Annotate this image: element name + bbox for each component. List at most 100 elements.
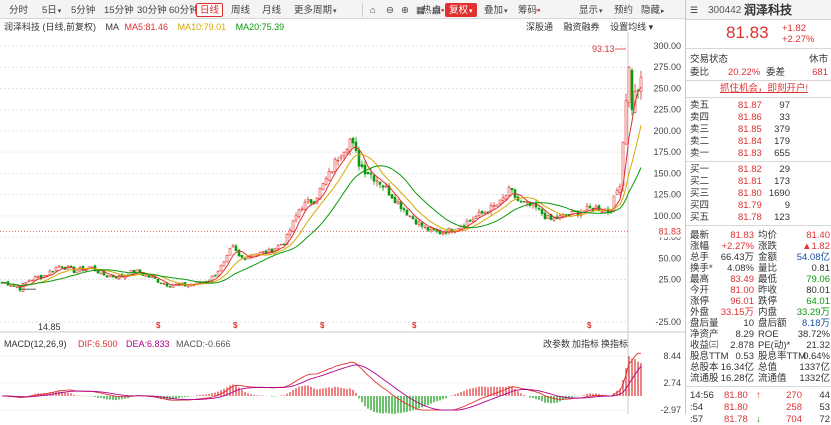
menu-icon[interactable]: ☰ (690, 5, 698, 16)
stat-value: ▲1.82 (802, 241, 830, 252)
ma-legend: 润泽科技 (日线,前复权) MA MA5:81.46 MA10:79.01 MA… (4, 20, 291, 32)
candle-body (24, 282, 28, 285)
candle-body (54, 267, 58, 271)
open-account-ad[interactable]: 抓住机会，即刻开户! (720, 82, 808, 95)
bid-volume: 123 (774, 212, 790, 223)
candle-body (546, 214, 550, 219)
period-tab-3[interactable]: 15分钟 (100, 3, 138, 17)
fuquan-button[interactable]: 复权▾ (445, 3, 477, 17)
stat-label: 均价 (758, 230, 778, 241)
tick-price: 81.80 (724, 390, 748, 401)
toolbar-tool-7[interactable]: 预约 (610, 3, 637, 17)
period-tab-label: 日线 (200, 5, 220, 16)
tick-volume: 258 (786, 402, 802, 413)
candle-body (282, 243, 286, 245)
candle-body (405, 209, 409, 216)
last-price: 81.83 (726, 23, 769, 42)
stat-label: 昨收 (758, 285, 778, 296)
kline-chart[interactable]: 300.00 275.00 250.00 225.00 200.00 175.00 150.… (0, 32, 685, 414)
chart-tool-icon-0[interactable]: ⌂ (366, 3, 380, 17)
candle-body (507, 187, 511, 196)
stat-value: 81.83 (730, 230, 754, 241)
stat-value: 33.15万 (720, 307, 754, 318)
y-tick-label: 25.00 (658, 275, 681, 285)
period-tab-6[interactable]: 日线 (196, 3, 224, 17)
candle-body (417, 221, 421, 225)
stat-row: 净资产 8.29 ROE 38.72% (686, 329, 831, 340)
stat-label: 金额 (758, 252, 778, 263)
period-tab-0[interactable]: 分时 (5, 3, 32, 17)
tick-row: :54 81.80 258 53 (686, 402, 831, 413)
add-indicator-link[interactable]: 加指标 (572, 338, 599, 349)
stat-row: 收益㈢ 2.878 PE(动)* 21.32 (686, 340, 831, 351)
ma-label[interactable]: MA (106, 22, 120, 32)
candle-body (300, 208, 304, 211)
stat-value: 1332亿 (799, 373, 830, 384)
margin-trading-link[interactable]: 融资融券 (564, 22, 600, 32)
period-tab-label: 5分钟 (71, 5, 96, 16)
toolbar-tool-0[interactable]: 叠加▾ (480, 3, 512, 17)
stock-code: 300442 (708, 5, 742, 16)
bid-volume: 29 (779, 164, 790, 175)
candle-body (423, 226, 427, 229)
period-tab-7[interactable]: 周线 (227, 3, 254, 17)
ask-row: 卖三 81.85 379 (686, 124, 831, 135)
candle-body (426, 227, 430, 231)
hotspot-button[interactable]: 热点▪ (418, 3, 448, 17)
macd-params-link[interactable]: 改参数 (543, 338, 570, 349)
candle-body (474, 216, 478, 219)
quote-panel: ☰ 300442 润泽科技 81.83 +1.82 +2.27% 交易状态 休市 委比 20… (685, 0, 831, 425)
ask-volume: 655 (774, 148, 790, 159)
candle-body (435, 229, 439, 232)
period-tab-label: 15分钟 (104, 5, 134, 16)
webi-label: 委比 (690, 67, 710, 78)
switch-indicator-link[interactable]: 换指标 (601, 338, 628, 349)
bid-level: 买一 (690, 164, 710, 175)
candle-body (420, 222, 424, 227)
hk-connect-link[interactable]: 深股通 (526, 22, 553, 32)
red-dot-icon: ▪ (537, 5, 541, 16)
stat-label: 内盘 (758, 307, 778, 318)
bid-row: 买五 81.78 123 (686, 212, 831, 223)
candle-body (381, 185, 385, 188)
low-label: 14.85 (38, 322, 61, 332)
candle-body (510, 188, 514, 190)
ma5-line (1, 87, 642, 288)
tick-price: 81.80 (724, 402, 748, 413)
bid-level: 买三 (690, 188, 710, 199)
set-ma-link[interactable]: 设置均线 ▾ (610, 22, 653, 32)
chart-tool-icon-2[interactable]: ⊕ (397, 3, 413, 17)
candle-body (357, 149, 361, 167)
period-tab-2[interactable]: 5分钟 (67, 3, 99, 17)
toolbar-tool-8[interactable]: 隐藏▸ (637, 3, 669, 17)
period-tab-8[interactable]: 月线 (258, 3, 285, 17)
toolbar-tool-label: 隐藏 (641, 5, 661, 16)
candle-body (414, 219, 418, 225)
dropdown-arrow-icon: ▾ (504, 8, 508, 15)
stat-label: 总值 (758, 362, 778, 373)
stat-label: 股息TTM (690, 351, 729, 362)
stat-label: 流通值 (758, 373, 787, 384)
toolbar-tool-6[interactable]: 显示▾ (575, 3, 607, 17)
period-tab-label: 5日 (42, 5, 57, 16)
stat-value: 2.878 (730, 340, 754, 351)
candle-body (360, 164, 364, 167)
toolbar-tool-1[interactable]: 筹码▪ (514, 3, 544, 17)
chart-tool-icon-1[interactable]: ⊖ (382, 3, 398, 17)
stat-row: 流通股 16.28亿 流通值 1332亿 (686, 373, 831, 384)
candle-body (441, 232, 445, 234)
ask-level: 卖四 (690, 112, 710, 123)
tick-price: 81.78 (724, 414, 748, 425)
period-tab-9[interactable]: 更多周期▾ (290, 3, 341, 17)
stat-value: 16.28亿 (720, 373, 754, 384)
candle-body (627, 67, 631, 103)
stat-label: 涨跌 (758, 241, 778, 252)
period-tab-label: 30分钟 (137, 5, 167, 16)
candle-body (402, 208, 406, 211)
hotspot-dot: ▪ (441, 5, 445, 16)
y-tick-label: 200.00 (653, 126, 681, 136)
candle-body (165, 283, 169, 287)
period-tab-1[interactable]: 5日▾ (38, 3, 65, 17)
ma20-line (1, 165, 642, 287)
y-tick-label: 125.00 (653, 190, 681, 200)
